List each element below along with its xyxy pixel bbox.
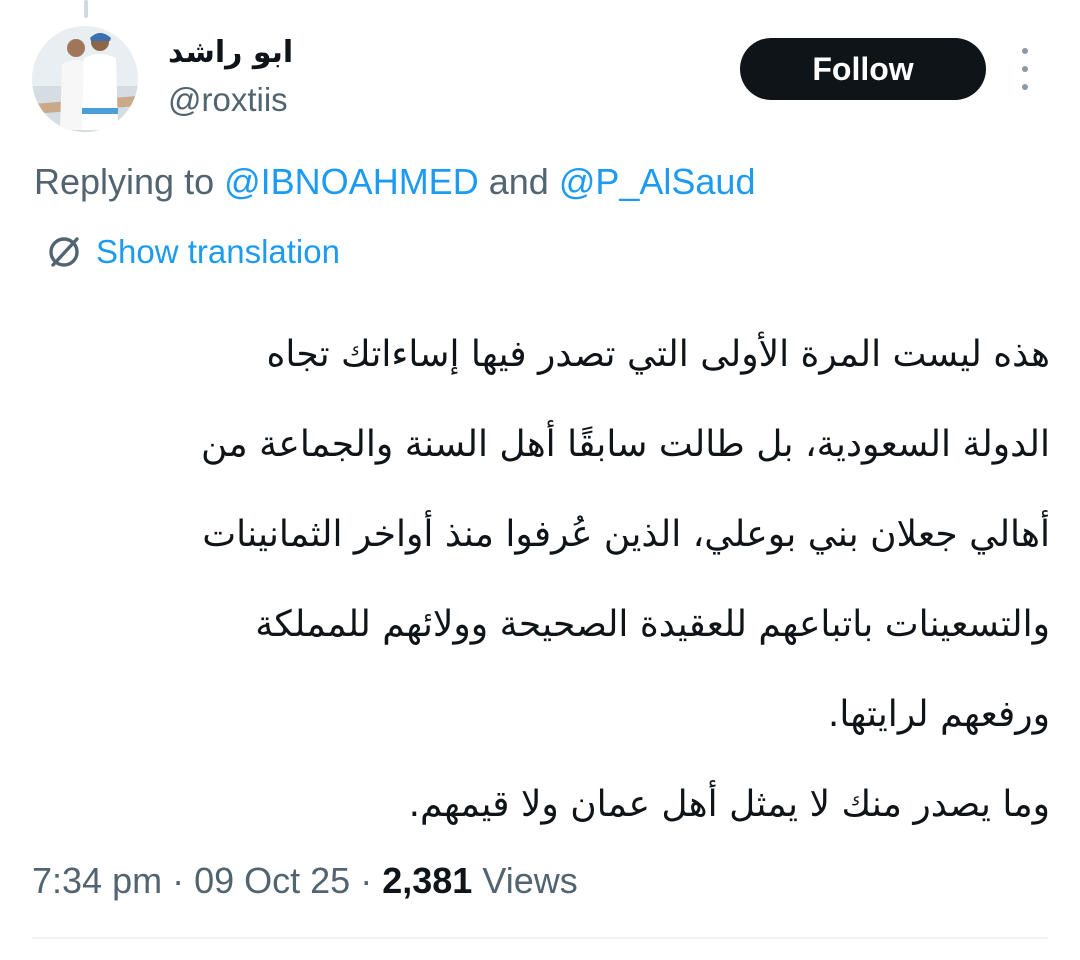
translate-icon[interactable] (44, 232, 84, 272)
thread-connector-line (84, 0, 88, 18)
show-translation-link[interactable]: Show translation (96, 230, 340, 274)
meta-separator: · (172, 860, 185, 901)
replying-conjunction: and (488, 161, 549, 202)
tweet-text-line: الدولة السعودية، بل طالت سابقًا أهل السن… (201, 424, 1050, 465)
tweet-text-line: هذه ليست المرة الأولى التي تصدر فيها إسا… (266, 334, 1051, 375)
mention-link-ibnoahmed[interactable]: @IBNOAHMED (224, 161, 479, 202)
avatar[interactable] (32, 26, 138, 132)
user-handle[interactable]: @roxtiis (168, 80, 288, 120)
tweet-text: هذه ليست المرة الأولى التي تصدر فيها إسا… (30, 310, 1050, 850)
tweet-meta: 7:34 pm · 09 Oct 25 · 2,381 Views (32, 858, 578, 904)
divider (32, 937, 1048, 939)
tweet-time[interactable]: 7:34 pm (32, 860, 162, 901)
more-options-button[interactable] (1010, 48, 1040, 90)
replying-to-label: Replying to (34, 161, 215, 202)
replying-to-line: Replying to @IBNOAHMED and @P_AlSaud (34, 160, 755, 204)
views-count: 2,381 (382, 860, 473, 901)
tweet-text-line: والتسعينات باتباعهم للعقيدة الصحيحة وولا… (255, 604, 1050, 645)
follow-button[interactable]: Follow (740, 38, 986, 100)
tweet-date[interactable]: 09 Oct 25 (194, 860, 350, 901)
more-vertical-icon (1022, 48, 1028, 54)
views-label: Views (482, 860, 578, 901)
mention-link-p-alsaud[interactable]: @P_AlSaud (559, 161, 756, 202)
tweet-screen: ابو راشد @roxtiis Follow Replying to @IB… (0, 0, 1080, 960)
tweet-closing-line: وما يصدر منك لا يمثل أهل عمان ولا قيمهم. (408, 784, 1050, 825)
tweet-text-line: أهالي جعلان بني بوعلي، الذين عُرفوا منذ … (202, 514, 1050, 555)
tweet-text-line: ورفعهم لرايتها. (827, 694, 1050, 735)
meta-separator: · (360, 860, 373, 901)
display-name[interactable]: ابو راشد (168, 34, 328, 72)
